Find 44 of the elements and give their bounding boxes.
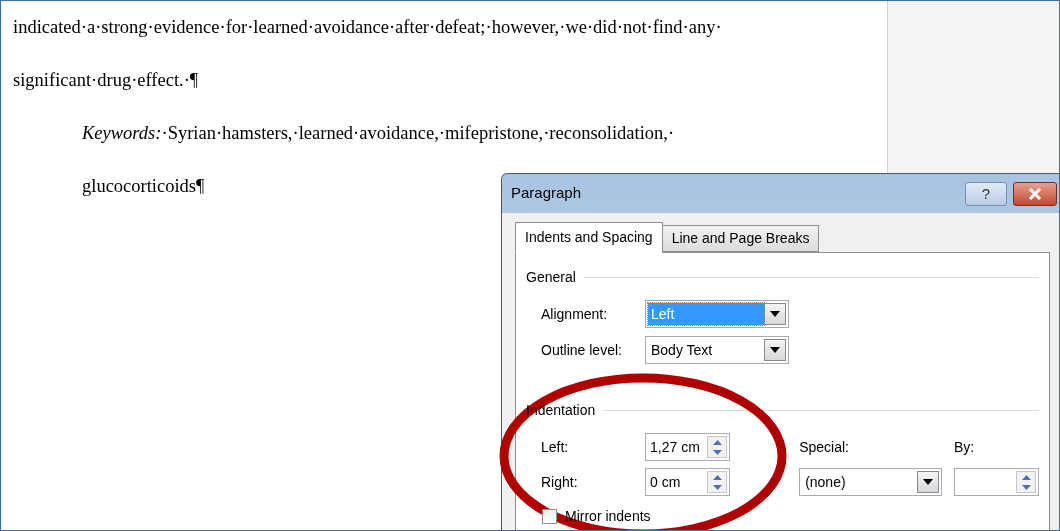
checkbox[interactable] bbox=[542, 509, 557, 524]
document-text: indicated·a·strong·evidence·for·learned·avoidance·after·defeat;·however,·we·did·not·find·any· bbox=[13, 17, 722, 37]
field-label: By: bbox=[954, 437, 976, 457]
field-label: Outline level: bbox=[541, 340, 623, 360]
down-arrow-icon bbox=[712, 449, 722, 455]
spin-value: 0 cm bbox=[649, 472, 682, 492]
spin-value: 1,27 cm bbox=[649, 437, 701, 457]
field-label: Special: bbox=[799, 437, 850, 457]
spin-buttons[interactable] bbox=[707, 471, 727, 493]
dropdown-value: Body Text bbox=[650, 340, 714, 360]
dropdown-button[interactable] bbox=[917, 471, 940, 493]
tab[interactable]: Indents and Spacing bbox=[515, 222, 663, 253]
close-button[interactable] bbox=[1013, 181, 1057, 206]
field-label: Left: bbox=[541, 437, 570, 457]
up-arrow-icon bbox=[712, 474, 722, 480]
spin-field[interactable] bbox=[954, 468, 1039, 496]
dropdown-value: Left bbox=[648, 303, 764, 325]
dialog-title: Paragraph bbox=[511, 183, 583, 204]
down-arrow-icon bbox=[1021, 484, 1031, 490]
dropdown-value: (none) bbox=[804, 472, 847, 492]
up-arrow-icon bbox=[712, 439, 722, 445]
down-arrow-icon bbox=[712, 484, 722, 490]
section-title: General bbox=[526, 268, 576, 287]
dropdown-arrow-icon bbox=[923, 479, 934, 485]
dropdown-arrow-icon bbox=[770, 311, 780, 317]
document-text: glucocorticoids¶ bbox=[82, 176, 205, 196]
close-icon bbox=[1028, 187, 1042, 200]
help-button[interactable]: ? bbox=[965, 181, 1007, 206]
dropdown-button[interactable] bbox=[764, 303, 786, 325]
up-arrow-icon bbox=[1021, 474, 1031, 480]
field-label: Alignment: bbox=[541, 304, 609, 324]
spin-buttons[interactable] bbox=[1016, 471, 1036, 493]
dropdown-arrow-icon bbox=[770, 347, 780, 353]
dropdown-button[interactable] bbox=[764, 339, 786, 361]
spin-field[interactable]: 1,27 cm bbox=[645, 433, 730, 461]
dropdown-field[interactable]: Body Text bbox=[645, 336, 789, 364]
dropdown-field[interactable]: (none) bbox=[799, 468, 943, 496]
checkbox-label: Mirror indents bbox=[565, 507, 651, 526]
spin-field[interactable]: 0 cm bbox=[645, 468, 730, 496]
document-text: Keywords:·Syrian·hamsters,·learned·avoidance,·mifepristone,·reconsolidation,· bbox=[82, 123, 675, 143]
document-text: significant·drug·effect.·¶ bbox=[13, 70, 199, 90]
spin-buttons[interactable] bbox=[707, 436, 727, 458]
tab[interactable]: Line and Page Breaks bbox=[662, 225, 820, 252]
field-label: Right: bbox=[541, 472, 579, 492]
